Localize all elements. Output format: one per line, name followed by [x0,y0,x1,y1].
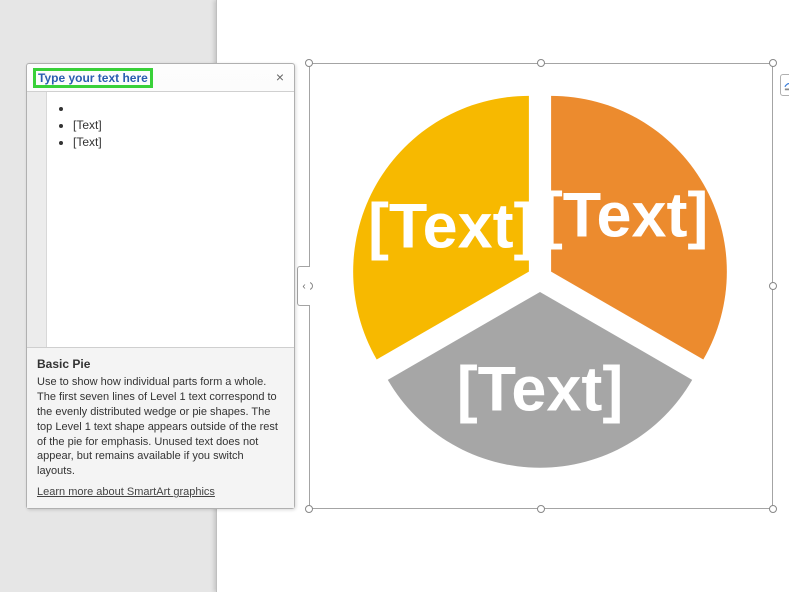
smartart-text-pane: Type your text here × [Text] [Text] Basi… [26,63,295,509]
pie-wedge-label-0: [Text] [542,180,709,250]
text-pane-list[interactable]: [Text] [Text] [47,92,294,347]
text-pane-gutter [27,92,47,347]
resize-handle[interactable] [537,59,545,67]
pie-wedge-label-2: [Text] [368,192,535,262]
resize-handle[interactable] [769,505,777,513]
smartart-selection-frame[interactable]: ‹ [Text] [Text] [Text] [309,63,773,509]
resize-handle[interactable] [537,505,545,513]
resize-handle[interactable] [769,282,777,290]
text-pane-toggle[interactable]: ‹ [297,266,310,306]
text-pane-header: Type your text here × [27,64,294,92]
highlight-box: Type your text here [33,68,153,88]
bullet-item[interactable] [73,101,286,115]
desc-body: Use to show how individual parts form a … [37,375,284,479]
resize-handle[interactable] [305,505,313,513]
pie-wedge-label-1: [Text] [457,354,624,424]
desc-title: Basic Pie [37,356,284,372]
bullet-item[interactable]: [Text] [73,118,286,132]
smartart-pie[interactable]: [Text] [Text] [Text] [355,94,725,464]
text-pane-title[interactable]: Type your text here [38,71,148,85]
bullet-item[interactable]: [Text] [73,135,286,149]
resize-handle[interactable] [305,59,313,67]
layout-options-icon[interactable] [780,74,789,96]
close-icon[interactable]: × [272,70,288,86]
learn-more-link[interactable]: Learn more about SmartArt graphics [37,485,215,500]
resize-handle[interactable] [769,59,777,67]
text-pane-description: Basic Pie Use to show how individual par… [27,347,294,508]
